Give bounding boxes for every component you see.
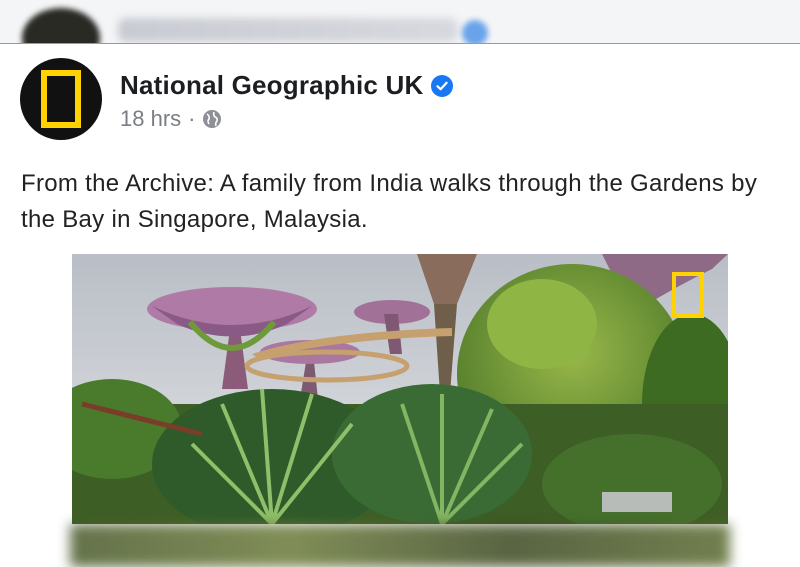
blurred-next-content	[70, 524, 730, 567]
natgeo-logo-icon	[41, 70, 81, 128]
previous-post-header-blurred	[0, 0, 800, 44]
post-caption: From the Archive: A family from India wa…	[21, 170, 758, 233]
page-avatar[interactable]	[20, 58, 102, 140]
blurred-avatar	[22, 8, 100, 43]
page-name[interactable]: National Geographic UK	[120, 70, 423, 101]
post-photo[interactable]	[72, 254, 728, 524]
globe-icon[interactable]	[202, 109, 222, 129]
post-author[interactable]: National Geographic UK	[120, 70, 454, 101]
blurred-page-name	[118, 18, 458, 42]
post-timestamp[interactable]: 18 hrs	[120, 106, 181, 132]
meta-separator: ·	[188, 106, 196, 131]
blurred-verified-icon	[462, 20, 488, 43]
post-meta: 18 hrs ·	[120, 106, 222, 132]
verified-badge-icon	[431, 74, 454, 97]
